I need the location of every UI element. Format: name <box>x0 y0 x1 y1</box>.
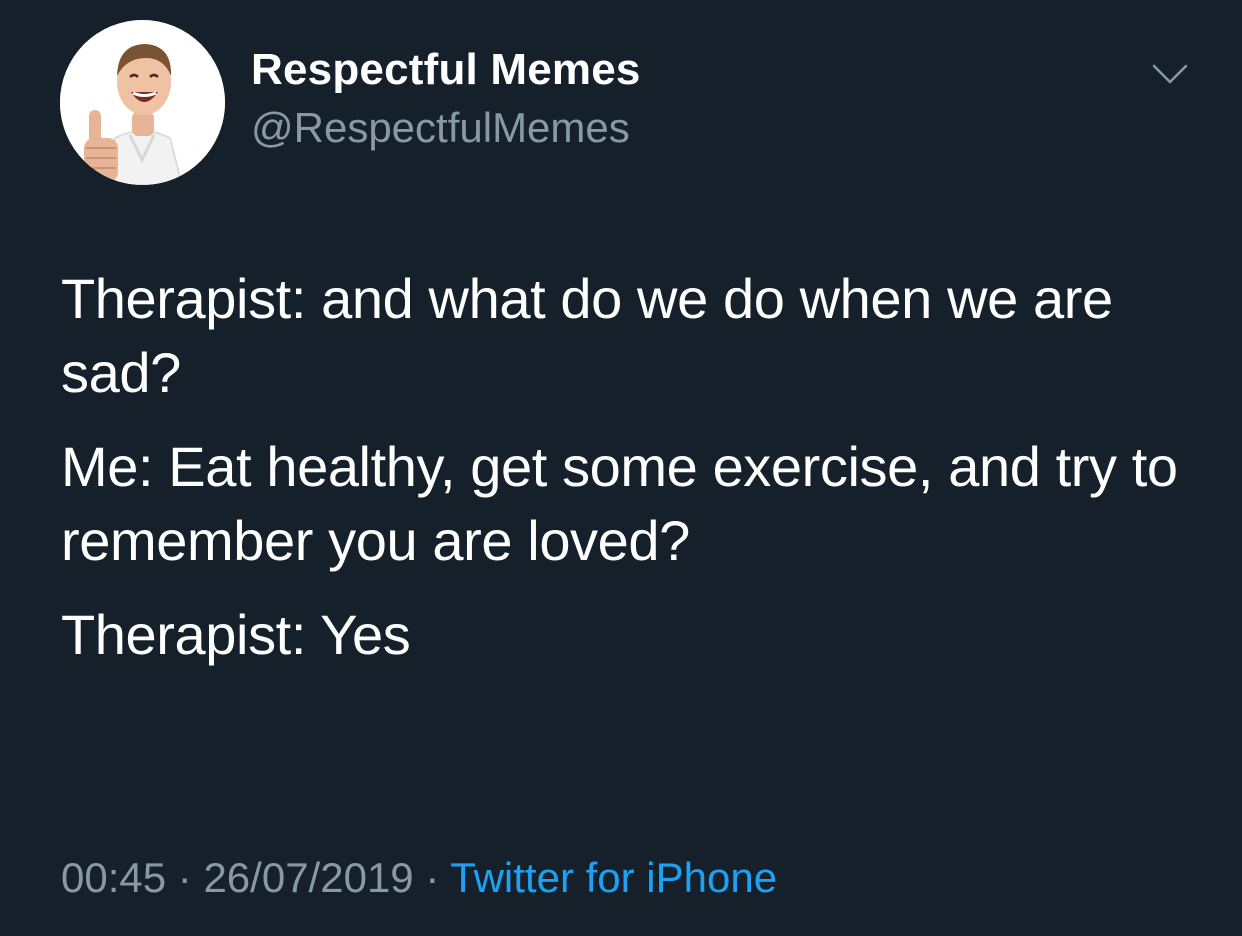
profile-photo-icon <box>60 20 225 185</box>
tweet-metadata: 00:45 · 26/07/2019 · Twitter for iPhone <box>61 852 777 904</box>
tweet-line: Therapist: and what do we do when we are… <box>61 267 1113 404</box>
tweet-source-link[interactable]: Twitter for iPhone <box>450 854 777 901</box>
tweet-card: Respectful Memes @RespectfulMemes Therap… <box>0 0 1242 936</box>
meta-separator: · <box>425 854 440 901</box>
tweet-line: Therapist: Yes <box>61 603 411 666</box>
avatar[interactable] <box>60 20 225 185</box>
tweet-date[interactable]: 26/07/2019 <box>203 854 413 901</box>
chevron-down-icon[interactable] <box>1148 58 1192 92</box>
tweet-time[interactable]: 00:45 <box>61 854 166 901</box>
author-display-name[interactable]: Respectful Memes <box>251 44 641 96</box>
tweet-text: Therapist: and what do we do when we are… <box>61 262 1211 692</box>
meta-separator: · <box>177 854 192 901</box>
author-handle[interactable]: @RespectfulMemes <box>251 102 630 154</box>
tweet-line: Me: Eat healthy, get some exercise, and … <box>61 435 1178 572</box>
